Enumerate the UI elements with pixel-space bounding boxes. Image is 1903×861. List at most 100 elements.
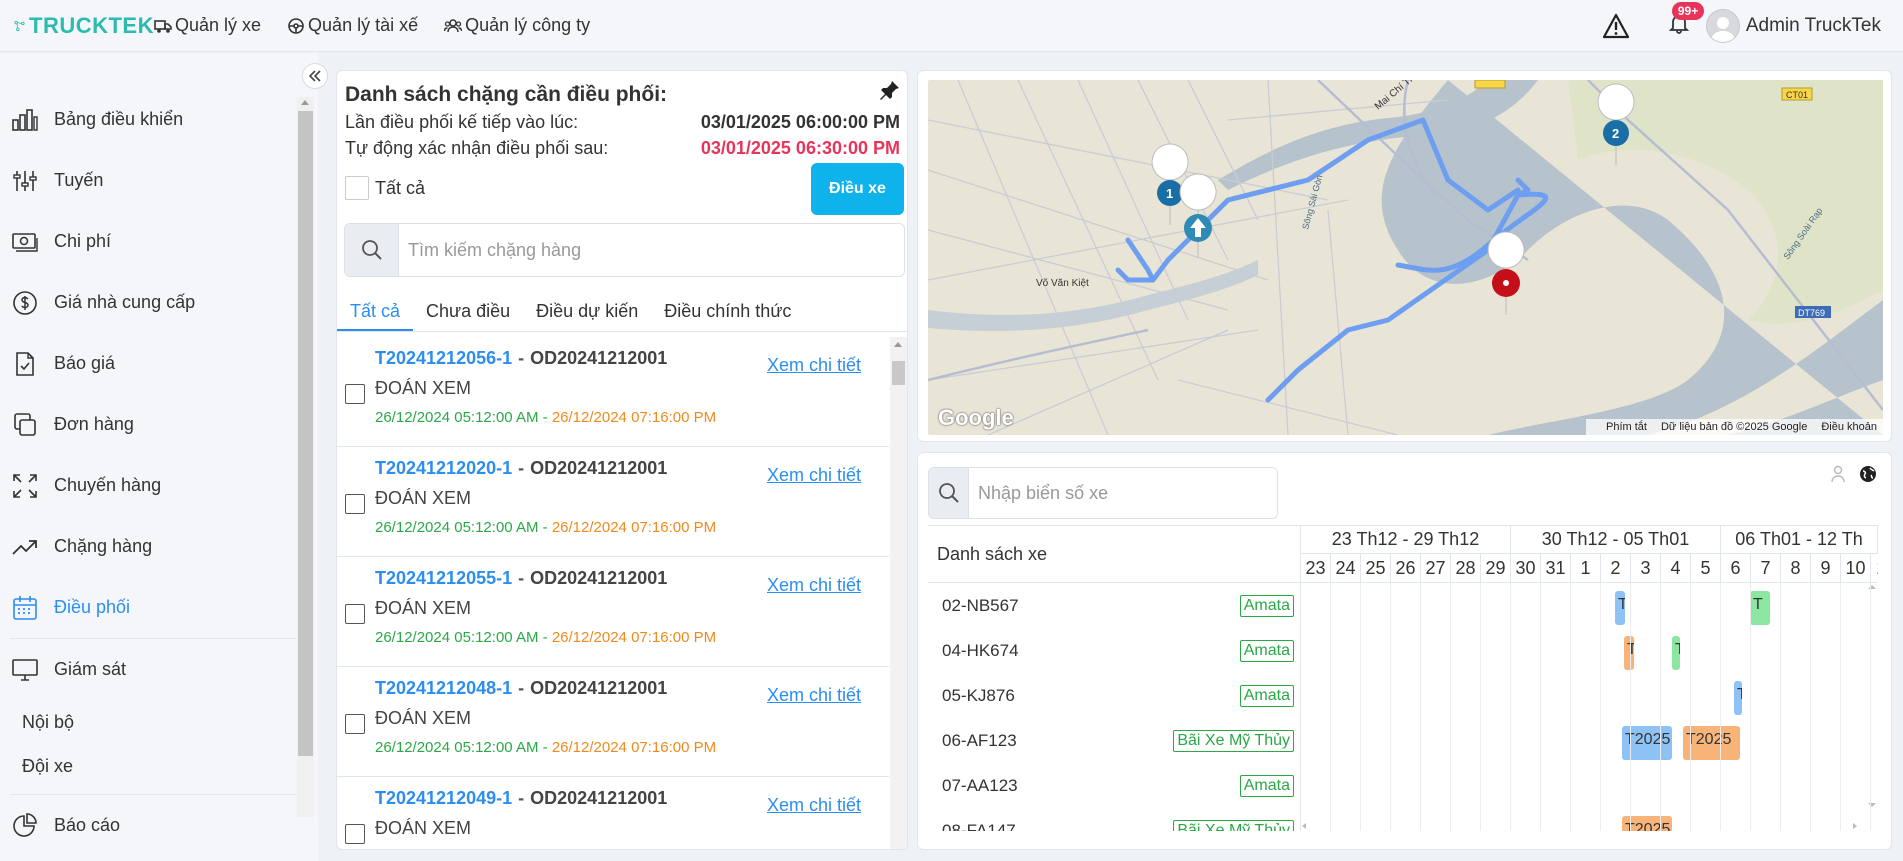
list-item: T20241212056-1- OD20241212001 ĐOÁN XEM 26… bbox=[337, 337, 889, 447]
select-all-checkbox[interactable] bbox=[345, 176, 369, 200]
view-detail-link[interactable]: Xem chi tiết bbox=[767, 685, 861, 706]
leg-search-input[interactable] bbox=[399, 224, 904, 276]
leg-ids: T20241212056-1- OD20241212001 bbox=[375, 348, 667, 369]
sidebar-item-shipments[interactable]: Chuyến hàng bbox=[0, 455, 296, 516]
tab-planned[interactable]: Điều dự kiến bbox=[523, 296, 651, 331]
sidebar-subitem-fleet[interactable]: Đội xe bbox=[0, 744, 296, 788]
row-checkbox[interactable] bbox=[345, 604, 365, 624]
vehicle-row[interactable]: 06-AF123 Bãi Xe Mỹ Thủy bbox=[928, 718, 1301, 763]
marker-label: 2 bbox=[1612, 126, 1619, 141]
order-id: OD20241212001 bbox=[530, 788, 668, 808]
nav-company-management[interactable]: Quản lý công ty bbox=[444, 15, 590, 36]
sidebar-item-reports[interactable]: Báo cáo bbox=[0, 795, 296, 856]
driver-name: ĐOÁN XEM bbox=[375, 598, 472, 618]
plate-search-input[interactable] bbox=[969, 468, 1277, 518]
search-button[interactable] bbox=[929, 468, 969, 518]
sidebar-item-legs[interactable]: Chặng hàng bbox=[0, 516, 296, 577]
trip-id[interactable]: T20241212055-1 bbox=[375, 568, 512, 588]
sidebar-subitem-internal[interactable]: Nội bộ bbox=[0, 700, 296, 744]
day-header: 8 bbox=[1781, 554, 1811, 583]
expand-icon bbox=[13, 473, 37, 498]
schedule-bar[interactable]: T bbox=[1672, 636, 1680, 670]
sidebar-item-label: Chuyến hàng bbox=[54, 475, 162, 495]
vehicle-row[interactable]: 05-KJ876 Amata bbox=[928, 673, 1301, 718]
sidebar-item-routes[interactable]: Tuyến bbox=[0, 150, 296, 211]
scroll-up-arrow[interactable] bbox=[301, 100, 309, 105]
schedule-bar[interactable]: T bbox=[1734, 681, 1742, 715]
view-detail-link[interactable]: Xem chi tiết bbox=[767, 795, 861, 816]
nav-vehicle-management[interactable]: Quản lý xe bbox=[154, 15, 261, 36]
notification-button[interactable]: 99+ bbox=[1668, 2, 1705, 39]
sidebar-scrollbar[interactable] bbox=[297, 97, 314, 817]
map-shortcuts-link[interactable]: Phím tắt bbox=[1606, 421, 1647, 433]
select-all[interactable]: Tất cả bbox=[345, 176, 425, 200]
sidebar-item-supplier-prices[interactable]: Giá nhà cung cấp bbox=[0, 272, 296, 333]
day-header: 5 bbox=[1691, 554, 1721, 583]
day-header: 26 bbox=[1391, 554, 1421, 583]
gantt-horizontal-scrollbar[interactable] bbox=[928, 819, 1878, 831]
schedule-bar[interactable]: T2025 bbox=[1683, 726, 1740, 760]
time-range: 26/12/2024 05:12:00 AM - 26/12/2024 07:1… bbox=[375, 409, 745, 426]
tab-all[interactable]: Tất cả bbox=[337, 296, 414, 331]
row-checkbox[interactable] bbox=[345, 384, 365, 404]
dispatch-panel: Danh sách chặng cần điều phối: Lần điều … bbox=[336, 70, 908, 850]
collapse-sidebar-button[interactable] bbox=[302, 63, 328, 89]
schedule-bar[interactable]: T bbox=[1750, 591, 1770, 625]
vehicle-row[interactable]: 02-NB567 Amata bbox=[928, 583, 1301, 628]
tab-official[interactable]: Điều chính thức bbox=[651, 296, 804, 331]
leg-ids: T20241212020-1- OD20241212001 bbox=[375, 458, 667, 479]
scrollbar-thumb[interactable] bbox=[892, 361, 905, 385]
sidebar-item-orders[interactable]: Đơn hàng bbox=[0, 394, 296, 455]
steering-wheel-icon bbox=[288, 17, 304, 34]
sidebar-item-dispatch[interactable]: Điều phối bbox=[0, 577, 296, 638]
vehicle-row[interactable]: 04-HK674 Amata bbox=[928, 628, 1301, 673]
order-id: OD20241212001 bbox=[530, 678, 668, 698]
schedule-bar[interactable]: T bbox=[1615, 591, 1625, 625]
sliders-icon bbox=[13, 170, 37, 191]
pin-icon[interactable] bbox=[879, 79, 901, 101]
logo[interactable]: TRUCKTEK bbox=[14, 13, 154, 39]
trip-id[interactable]: T20241212049-1 bbox=[375, 788, 512, 808]
tab-not-dispatched[interactable]: Chưa điều bbox=[413, 296, 523, 331]
globe-icon[interactable] bbox=[1859, 465, 1877, 483]
trip-id[interactable]: T20241212048-1 bbox=[375, 678, 512, 698]
sidebar-item-quotes[interactable]: Báo giá bbox=[0, 333, 296, 394]
time-separator: - bbox=[538, 409, 552, 426]
view-detail-link[interactable]: Xem chi tiết bbox=[767, 465, 861, 486]
leg-ids: T20241212048-1- OD20241212001 bbox=[375, 678, 667, 699]
vehicle-row[interactable]: 07-AA123 Amata bbox=[928, 763, 1301, 808]
gantt-vertical-scrollbar[interactable] bbox=[1866, 583, 1878, 831]
row-checkbox[interactable] bbox=[345, 494, 365, 514]
scroll-up-arrow[interactable] bbox=[894, 342, 902, 347]
double-chevron-left-icon bbox=[308, 70, 321, 82]
sidebar-item-dashboard[interactable]: Bảng điều khiển bbox=[0, 89, 296, 150]
avatar[interactable] bbox=[1705, 8, 1740, 43]
search-button[interactable] bbox=[345, 224, 399, 276]
warning-icon[interactable] bbox=[1602, 13, 1630, 39]
dispatch-vehicle-button[interactable]: Điều xe bbox=[811, 163, 904, 215]
grid-line bbox=[1660, 583, 1661, 831]
sidebar-item-costs[interactable]: Chi phí bbox=[0, 211, 296, 272]
next-dispatch-row: Lần điều phối kế tiếp vào lúc: 03/01/202… bbox=[345, 112, 905, 133]
vehicle-plate: 05-KJ876 bbox=[942, 685, 1015, 705]
list-scrollbar[interactable] bbox=[890, 337, 907, 849]
trip-id[interactable]: T20241212020-1 bbox=[375, 458, 512, 478]
user-name[interactable]: Admin TruckTek bbox=[1746, 15, 1881, 37]
row-checkbox[interactable] bbox=[345, 714, 365, 734]
view-detail-link[interactable]: Xem chi tiết bbox=[767, 575, 861, 596]
view-detail-link[interactable]: Xem chi tiết bbox=[767, 355, 861, 376]
row-checkbox[interactable] bbox=[345, 824, 365, 844]
nav-driver-management[interactable]: Quản lý tài xế bbox=[287, 15, 418, 36]
sidebar-item-monitoring[interactable]: Giám sát bbox=[0, 639, 296, 700]
list-item: T20241212055-1- OD20241212001 ĐOÁN XEM 26… bbox=[337, 557, 889, 667]
vehicle-plate: 04-HK674 bbox=[942, 640, 1019, 660]
scrollbar-thumb[interactable] bbox=[298, 111, 313, 756]
route-map[interactable]: Võ Văn Kiệt Mai Chí Thọ Sông Sài Gòn Sôn… bbox=[928, 80, 1883, 435]
pie-chart-icon bbox=[13, 812, 37, 837]
user-location-icon[interactable] bbox=[1831, 465, 1845, 483]
map-terms-link[interactable]: Điều khoản bbox=[1821, 421, 1877, 433]
trip-id[interactable]: T20241212056-1 bbox=[375, 348, 512, 368]
notification-badge: 99+ bbox=[1671, 2, 1705, 20]
schedule-bar[interactable]: T bbox=[1624, 636, 1634, 670]
end-time: 26/12/2024 07:16:00 PM bbox=[551, 519, 717, 536]
